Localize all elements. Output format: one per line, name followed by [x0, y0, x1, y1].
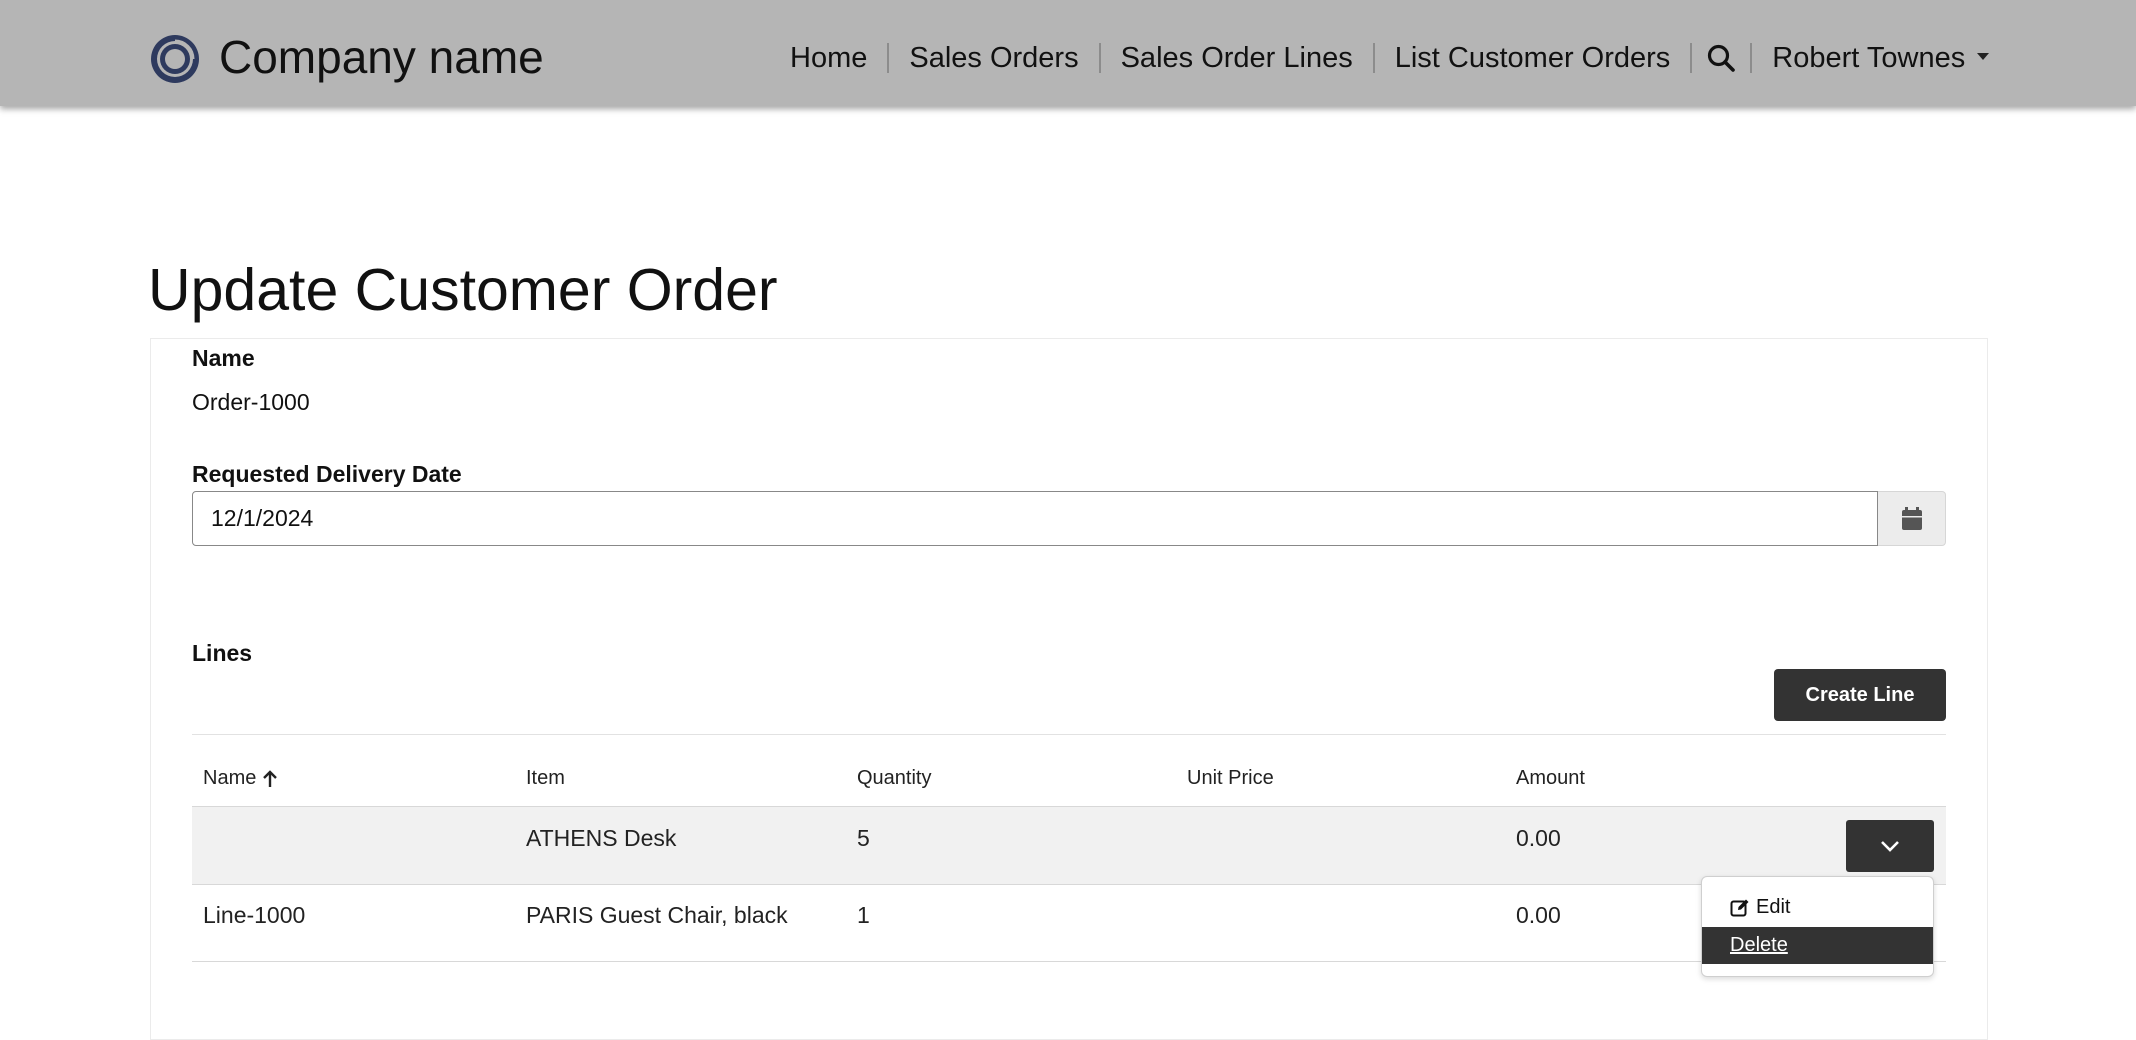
divider	[192, 734, 1946, 735]
name-value: Order-1000	[192, 389, 310, 415]
col-header-quantity[interactable]: Quantity	[857, 767, 931, 790]
row-item: PARIS Guest Chair, black	[526, 902, 788, 928]
nav-home[interactable]: Home	[770, 36, 887, 80]
col-header-amount[interactable]: Amount	[1516, 767, 1585, 790]
delivery-date-label: Requested Delivery Date	[192, 461, 462, 487]
menu-item-edit[interactable]: Edit	[1702, 889, 1933, 926]
row-quantity: 1	[857, 902, 870, 928]
col-header-unit-price[interactable]: Unit Price	[1187, 767, 1274, 790]
col-header-item[interactable]: Item	[526, 767, 565, 790]
col-header-name[interactable]: Name	[203, 767, 279, 790]
menu-item-delete[interactable]: Delete	[1702, 927, 1933, 964]
calendar-icon	[1901, 506, 1922, 530]
edit-icon	[1730, 899, 1749, 916]
divider	[192, 961, 1946, 962]
row-item: ATHENS Desk	[526, 825, 677, 851]
page-title: Update Customer Order	[148, 257, 778, 323]
menu-item-edit-label: Edit	[1756, 896, 1791, 918]
calendar-button[interactable]	[1878, 491, 1946, 546]
row-quantity: 5	[857, 825, 870, 851]
brand-name[interactable]: Company name	[219, 28, 544, 86]
company-logo[interactable]	[148, 32, 202, 86]
menu-item-delete-label: Delete	[1730, 934, 1788, 956]
search-button[interactable]	[1692, 36, 1750, 80]
row-amount: 0.00	[1516, 902, 1561, 928]
caret-down-icon	[1977, 52, 1990, 60]
main-nav: Home Sales Orders Sales Order Lines List…	[770, 36, 2009, 80]
arrow-up-icon	[263, 769, 278, 787]
nav-list-customer-orders[interactable]: List Customer Orders	[1375, 36, 1691, 80]
nav-sales-orders[interactable]: Sales Orders	[889, 36, 1098, 80]
row-amount: 0.00	[1516, 825, 1561, 851]
delivery-date-input[interactable]	[192, 491, 1878, 546]
chevron-down-icon	[1881, 841, 1899, 852]
row-actions-menu: Edit Delete	[1701, 876, 1934, 977]
row-name: Line-1000	[203, 902, 306, 928]
nav-sales-order-lines[interactable]: Sales Order Lines	[1101, 36, 1373, 80]
table-row[interactable]	[192, 807, 1946, 884]
user-name: Robert Townes	[1772, 42, 1966, 74]
delivery-date-picker	[192, 491, 1946, 546]
name-label: Name	[192, 345, 255, 371]
col-header-name-label: Name	[203, 767, 257, 789]
table-row[interactable]	[192, 885, 1946, 962]
search-icon	[1708, 44, 1736, 72]
row-actions-button[interactable]	[1846, 820, 1934, 872]
create-line-button[interactable]: Create Line	[1774, 669, 1946, 721]
user-menu[interactable]: Robert Townes	[1752, 36, 2009, 80]
top-navbar: Company name Home Sales Orders Sales Ord…	[0, 0, 2136, 106]
lines-label: Lines	[192, 640, 253, 666]
